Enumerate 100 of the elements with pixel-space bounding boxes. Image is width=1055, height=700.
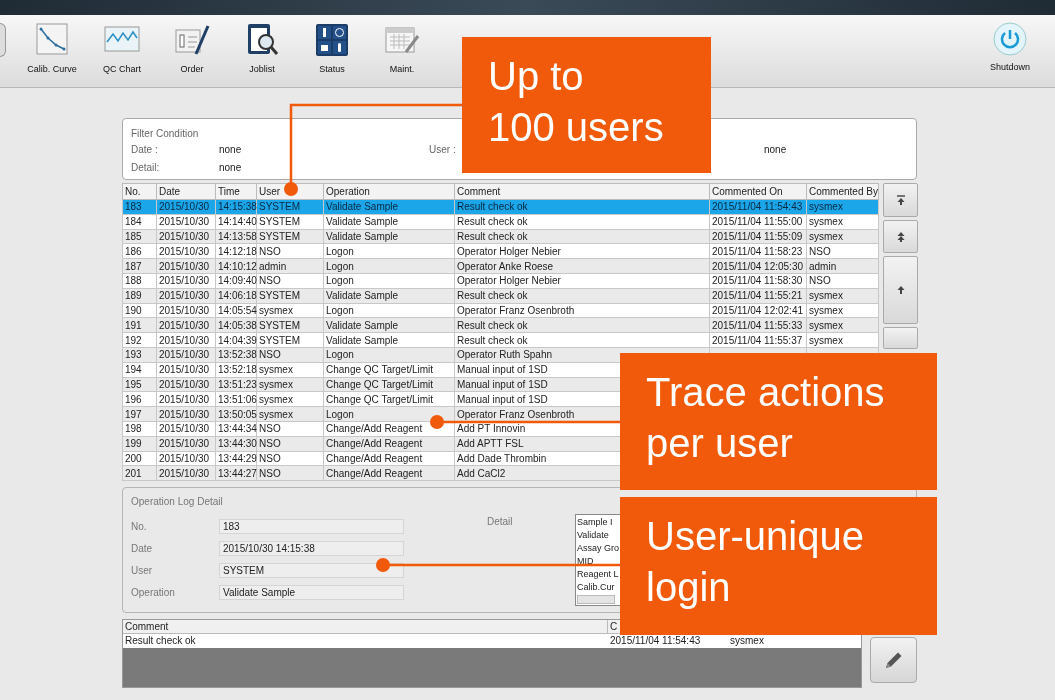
panel-title: Operation Log Detail <box>131 495 224 510</box>
list-item: Calib.Cur <box>577 581 616 595</box>
table-cell: Change QC Target/Limit <box>323 391 455 407</box>
field-label: Date : <box>131 143 159 157</box>
scroll-button[interactable] <box>883 220 918 253</box>
table-cell: 196 <box>122 391 157 407</box>
toolbar-button[interactable]: Status <box>297 15 367 78</box>
column-header[interactable]: Commented By <box>806 183 879 200</box>
field-label: No. <box>131 519 148 534</box>
status-panel-icon <box>314 22 350 58</box>
table-cell: SYSTEM <box>256 332 324 348</box>
table-cell: 2015/10/30 <box>156 214 216 230</box>
field-label: User <box>131 563 154 578</box>
table-cell: Validate Sample <box>323 214 455 230</box>
table-cell: Result check ok <box>454 214 710 230</box>
column-header[interactable]: Time <box>215 183 257 200</box>
table-cell: 2015/10/30 <box>156 243 216 259</box>
column-header[interactable]: No. <box>122 183 157 200</box>
power-icon <box>993 22 1027 56</box>
table-cell-text: 2015/11/04 11:54:43 <box>609 634 702 649</box>
table-cell: Validate Sample <box>323 332 455 348</box>
table-cell: NSO <box>806 273 879 289</box>
table-cell: NSO <box>256 451 324 466</box>
table-cell: 2015/10/30 <box>156 332 216 348</box>
table-cell: 2015/10/30 <box>156 273 216 289</box>
shutdown-button[interactable]: Shutdown <box>975 15 1045 76</box>
table-cell: NSO <box>256 243 324 259</box>
table-cell: 14:09:40 <box>215 273 257 289</box>
table-cell: 2015/10/30 <box>156 362 216 378</box>
table-cell: Logon <box>323 303 455 318</box>
table-cell: 190 <box>122 303 157 318</box>
scroll-button[interactable] <box>883 183 918 217</box>
callout-label: Up to 100 users <box>462 37 711 173</box>
table-cell: Result check ok <box>454 332 710 348</box>
curve-chart-icon <box>34 22 70 58</box>
table-cell: 2015/10/30 <box>156 421 216 437</box>
table-cell: 13:44:29 <box>215 451 257 466</box>
table-cell: 2015/11/04 11:58:30 <box>709 273 807 289</box>
column-header[interactable]: Date <box>156 183 216 200</box>
toolbar-button[interactable]: QC Chart <box>87 15 157 78</box>
table-cell: sysmex <box>256 391 324 407</box>
table-cell: sysmex <box>730 634 764 649</box>
table-cell: Change QC Target/Limit <box>323 362 455 378</box>
table-cell: Operator Holger Nebier <box>454 273 710 289</box>
field-value: none <box>219 161 243 175</box>
column-header[interactable]: Comment <box>454 183 710 200</box>
list-item: Reagent L <box>577 568 619 582</box>
table-cell: 2015/11/04 12:02:41 <box>709 303 807 318</box>
field-label: User : <box>429 143 457 157</box>
field-label: Detail: <box>131 161 161 175</box>
field-label: Date <box>131 541 154 556</box>
edit-button[interactable] <box>870 637 917 684</box>
text-field[interactable]: SYSTEM <box>219 562 404 578</box>
table-cell: NSO <box>256 421 324 437</box>
table-cell: NSO <box>256 273 324 289</box>
table-cell: sysmex <box>256 362 324 378</box>
table-cell: sysmex <box>806 332 879 348</box>
table-cell: sysmex <box>806 303 879 318</box>
list-item: Validate <box>577 529 610 543</box>
callout-label: User-unique login <box>620 497 937 635</box>
table-cell: 194 <box>122 362 157 378</box>
table-cell: Operator Franz Osenbroth <box>454 303 710 318</box>
table-cell: 186 <box>122 243 157 259</box>
list-item: MID <box>577 555 595 569</box>
detail-list[interactable]: Sample I Validate Assay Gro MID Reagent L Calib.Cur <box>575 514 621 607</box>
table-cell: 2015/10/30 <box>156 303 216 318</box>
scrollbar[interactable] <box>577 595 615 605</box>
table-cell: Logon <box>323 243 455 259</box>
table-cell: Logon <box>323 273 455 289</box>
text-field[interactable]: 183 <box>219 518 404 534</box>
column-header[interactable]: Commented On <box>709 183 807 200</box>
table-cell: 14:14:40 <box>215 214 257 230</box>
table-cell: 2015/11/04 11:55:37 <box>709 332 807 348</box>
field-value: none <box>219 143 243 157</box>
text-field[interactable]: 2015/10/30 14:15:38 <box>219 540 404 556</box>
table-cell: 188 <box>122 273 157 289</box>
table-cell: 14:04:39 <box>215 332 257 348</box>
scroll-top-icon <box>894 194 907 206</box>
toolbar-icon[interactable] <box>0 23 6 57</box>
toolbar-button[interactable]: Calib. Curve <box>17 15 87 78</box>
table-cell: 184 <box>122 214 157 230</box>
table-cell: 2015/11/04 11:58:23 <box>709 243 807 259</box>
toolbar-button[interactable]: Joblist <box>227 15 297 78</box>
column-header[interactable]: C <box>608 620 620 634</box>
text-field[interactable]: Validate Sample <box>219 584 404 600</box>
toolbar-button[interactable]: Order <box>157 15 227 78</box>
table-cell: sysmex <box>256 303 324 318</box>
table-cell: Operator Holger Nebier <box>454 243 710 259</box>
toolbar-button[interactable]: Maint. <box>367 15 437 78</box>
table-cell: 2015/10/30 <box>156 451 216 466</box>
list-item: Assay Gro <box>577 542 619 556</box>
table-cell: 198 <box>122 421 157 437</box>
column-header[interactable]: Comment <box>123 620 608 634</box>
list-item: Sample I <box>577 516 614 530</box>
table-cell-text: Result check ok <box>124 634 197 649</box>
column-header[interactable]: Operation <box>323 183 455 200</box>
table-cell: 13:52:18 <box>215 362 257 378</box>
table-cell: 13:44:34 <box>215 421 257 437</box>
callout-label: Trace actions per user <box>620 353 937 490</box>
table-cell: 14:05:54 <box>215 303 257 318</box>
